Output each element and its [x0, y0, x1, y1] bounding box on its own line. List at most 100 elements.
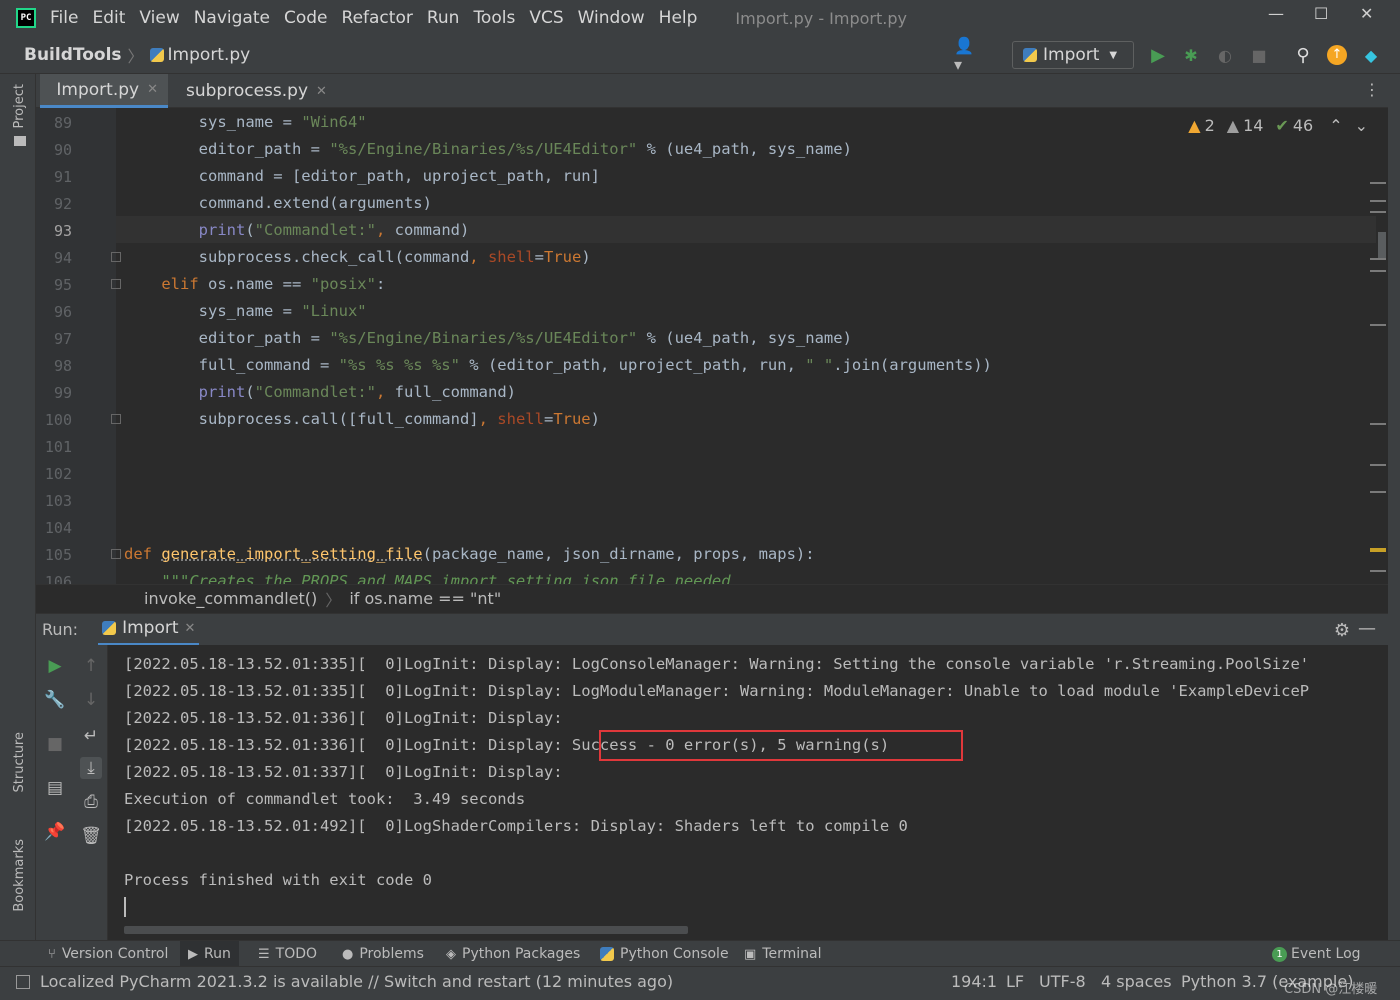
run-with-coverage-icon[interactable]: ◐ — [1214, 44, 1236, 66]
breadcrumb-function[interactable]: invoke_commandlet() — [144, 589, 317, 608]
fold-marker-icon[interactable] — [111, 549, 121, 559]
line-number: 103 — [44, 492, 72, 510]
run-tab-import[interactable]: Import ✕ — [98, 614, 200, 646]
code-line: """Creates the PROPS and MAPS import set… — [124, 572, 731, 584]
previous-highlight-icon[interactable]: ⌃ — [1329, 116, 1342, 135]
tool-event-log[interactable]: 1 Event Log — [1272, 941, 1361, 967]
fold-marker-icon[interactable] — [111, 279, 121, 289]
run-console-output[interactable]: [2022.05.18-13.52.01:335][ 0]LogInit: Di… — [108, 645, 1388, 940]
tab-subprocess-py[interactable]: subprocess.py ✕ — [170, 74, 328, 108]
indent-setting[interactable]: 4 spaces — [1101, 972, 1172, 991]
tool-python-packages[interactable]: ◈ Python Packages — [446, 941, 580, 967]
breadcrumb-separator-icon: 〉 — [127, 46, 144, 66]
fold-marker-icon[interactable] — [111, 414, 121, 424]
menu-view[interactable]: View — [139, 8, 179, 28]
close-window-icon[interactable]: ✕ — [1360, 4, 1373, 23]
line-number: 95 — [53, 276, 72, 294]
code-line: editor_path = "%s/Engine/Binaries/%s/UE4… — [124, 329, 852, 347]
file-encoding[interactable]: UTF-8 — [1039, 972, 1086, 991]
debug-bug-icon[interactable]: ✱ — [1180, 44, 1202, 66]
tool-version-control[interactable]: ⑂ Version Control — [48, 941, 168, 967]
close-tab-icon[interactable]: ✕ — [316, 84, 327, 99]
menu-navigate[interactable]: Navigate — [194, 8, 270, 28]
next-highlight-icon[interactable]: ⌄ — [1355, 116, 1368, 135]
rerun-icon[interactable]: ▶ — [44, 655, 66, 677]
updates-arrow-icon[interactable]: ↑ — [1326, 44, 1348, 66]
menu-window[interactable]: Window — [578, 8, 645, 28]
soft-wrap-icon[interactable]: ↵ — [80, 725, 102, 747]
console-line: [2022.05.18-13.52.01:336][ 0]LogInit: Di… — [124, 709, 563, 727]
tool-python-console[interactable]: Python Console — [600, 941, 729, 967]
run-play-icon[interactable]: ▶ — [1147, 44, 1169, 66]
status-bar: Localized PyCharm 2021.3.2 is available … — [0, 966, 1400, 1000]
menu-refactor[interactable]: Refactor — [342, 8, 413, 28]
tool-problems[interactable]: ● Problems — [342, 941, 424, 967]
maximize-window-icon[interactable]: ☐ — [1314, 4, 1328, 23]
project-tool-tab[interactable]: Project — [12, 84, 27, 128]
run-toolbar-primary: ▶ 🔧 ■ ▤ 📌 — [36, 645, 72, 940]
scroll-to-end-icon[interactable]: ⤓ — [80, 757, 102, 779]
inspection-widget[interactable]: ▲ 2 ▲ 14 ✔ 46 ⌃ ⌄ — [1184, 116, 1368, 135]
tool-run[interactable]: ▶ Run — [180, 941, 239, 967]
jetbrains-toolbox-icon[interactable]: ◆ — [1360, 44, 1382, 66]
tab-import-py[interactable]: Import.py ✕ — [40, 74, 168, 108]
scroll-marker-warning — [1370, 548, 1386, 552]
event-count-badge: 1 — [1272, 946, 1287, 962]
tool-todo[interactable]: ☰ TODO — [258, 941, 317, 967]
print-icon[interactable]: ⎙ — [80, 791, 102, 813]
run-configuration-select[interactable]: Import ▼ — [1012, 41, 1134, 69]
tool-terminal[interactable]: ▣ Terminal — [744, 941, 821, 967]
menu-edit[interactable]: Edit — [92, 8, 125, 28]
wrench-icon[interactable]: 🔧 — [44, 689, 66, 711]
code-line: subprocess.call([full_command], shell=Tr… — [124, 410, 600, 428]
more-tabs-menu-icon[interactable]: ⋮ — [1364, 80, 1380, 99]
menu-code[interactable]: Code — [284, 8, 328, 28]
stop-icon[interactable]: ■ — [1248, 44, 1270, 66]
info-circle-icon: ● — [342, 946, 354, 962]
console-horizontal-scrollbar[interactable] — [124, 926, 688, 934]
arrow-down-icon[interactable]: ↓ — [80, 689, 102, 711]
search-icon[interactable]: ⚲ — [1292, 44, 1314, 66]
code-line: subprocess.check_call(command, shell=Tru… — [124, 248, 591, 266]
pin-icon[interactable]: 📌 — [44, 821, 66, 843]
menu-bar: File Edit View Navigate Code Refactor Ru… — [50, 8, 711, 28]
code-line: editor_path = "%s/Engine/Binaries/%s/UE4… — [124, 140, 852, 158]
hide-panel-icon[interactable]: — — [1358, 618, 1376, 639]
python-icon — [1023, 48, 1037, 62]
line-number: 100 — [44, 411, 72, 429]
play-icon: ▶ — [188, 946, 198, 962]
line-number: 90 — [53, 141, 72, 159]
code-editor[interactable]: 89 90 91 92 93 94 95 96 97 98 99 100 101… — [36, 108, 1388, 584]
breadcrumb-project[interactable]: BuildTools — [24, 45, 122, 65]
close-tab-icon[interactable]: ✕ — [185, 621, 196, 636]
layout-icon[interactable]: ▤ — [44, 777, 66, 799]
console-line: Process finished with exit code 0 — [124, 871, 432, 889]
menu-help[interactable]: Help — [659, 8, 698, 28]
breadcrumb-file[interactable]: Import.py — [168, 45, 251, 65]
fold-marker-icon[interactable] — [111, 252, 121, 262]
caret-position[interactable]: 194:1 — [951, 972, 997, 991]
user-icon[interactable]: 👤▾ — [954, 36, 976, 74]
line-separator[interactable]: LF — [1006, 972, 1024, 991]
minimize-window-icon[interactable]: — — [1268, 4, 1284, 23]
close-tab-icon[interactable]: ✕ — [147, 82, 158, 97]
text-caret — [124, 897, 126, 917]
gear-icon[interactable]: ⚙ — [1334, 620, 1350, 641]
editor-scrollbar[interactable] — [1368, 108, 1388, 584]
menu-file[interactable]: File — [50, 8, 78, 28]
scroll-thumb[interactable] — [1378, 232, 1386, 258]
status-message[interactable]: Localized PyCharm 2021.3.2 is available … — [40, 972, 673, 991]
python-icon — [102, 621, 117, 635]
run-configuration-label: Import — [1043, 45, 1100, 65]
arrow-up-icon[interactable]: ↑ — [80, 655, 102, 677]
bookmarks-tool-tab[interactable]: Bookmarks — [12, 839, 27, 912]
menu-vcs[interactable]: VCS — [529, 8, 563, 28]
trash-icon[interactable]: 🗑 — [80, 825, 102, 847]
menu-tools[interactable]: Tools — [473, 8, 515, 28]
menu-run[interactable]: Run — [427, 8, 460, 28]
breadcrumb-condition[interactable]: if os.name == "nt" — [349, 589, 501, 608]
tool-label: Python Packages — [462, 946, 581, 962]
stop-icon[interactable]: ■ — [44, 733, 66, 755]
status-toggle-icon[interactable] — [16, 975, 30, 989]
structure-tool-tab[interactable]: Structure — [12, 732, 27, 792]
